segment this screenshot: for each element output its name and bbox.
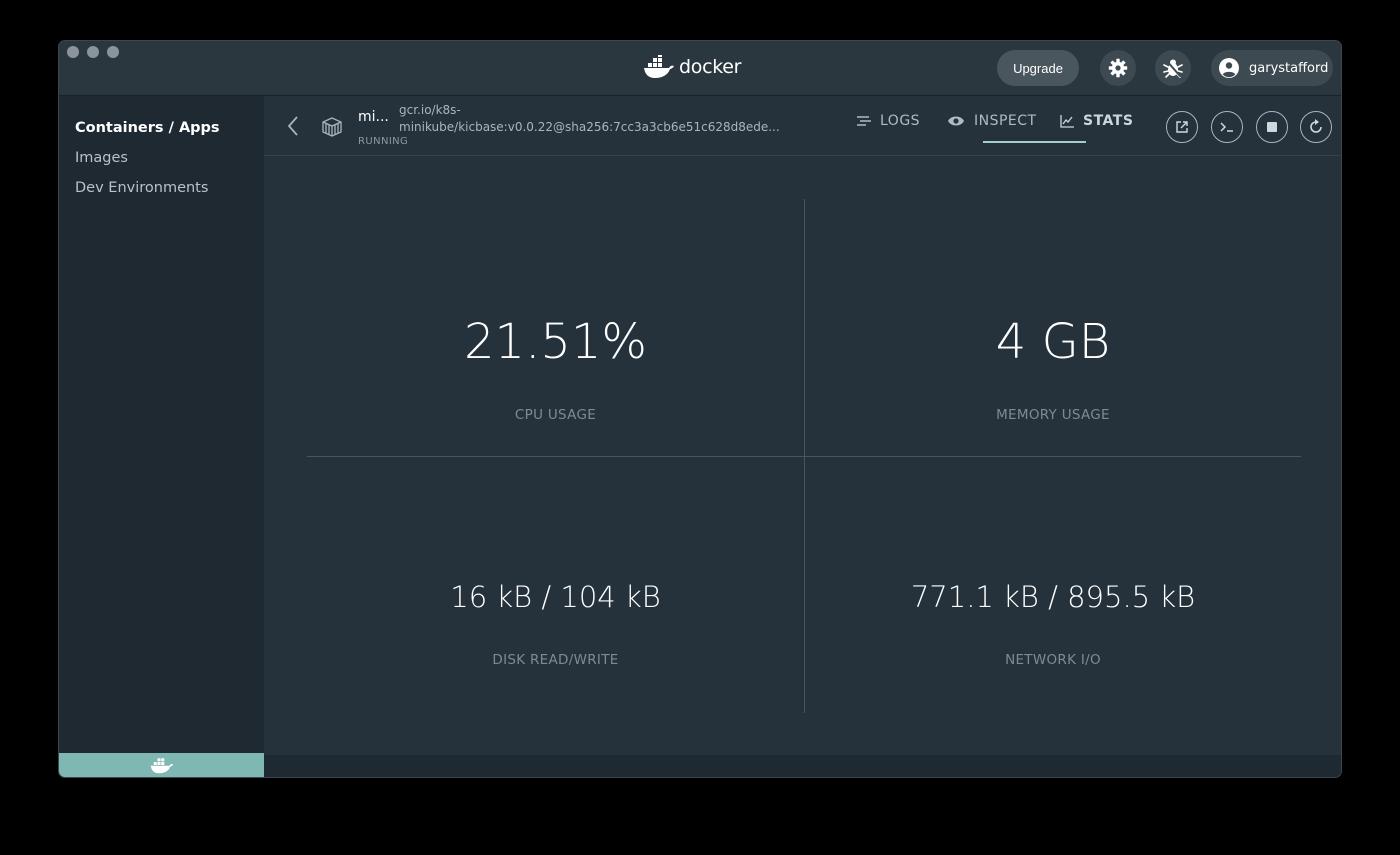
docker-whale-icon	[644, 55, 674, 78]
sidebar-item-containers-apps[interactable]: Containers / Apps	[75, 120, 220, 136]
container-name: mi...	[358, 109, 389, 125]
sidebar: Containers / Apps Images Dev Environment…	[59, 96, 264, 777]
tab-stats-label: STATS	[1083, 113, 1134, 129]
maximize-window-button[interactable]	[107, 46, 119, 58]
minimize-window-button[interactable]	[87, 46, 99, 58]
chart-icon	[1060, 114, 1074, 128]
close-window-button[interactable]	[67, 46, 79, 58]
container-status: RUNNING	[358, 136, 409, 147]
back-button[interactable]	[286, 115, 300, 141]
user-account-button[interactable]: garystafford	[1211, 50, 1333, 86]
gear-icon	[1108, 58, 1128, 78]
stop-icon	[1267, 122, 1277, 132]
docker-wordmark: docker	[679, 56, 742, 78]
main-content: mi... gcr.io/k8s-minikube/kicbase:v0.0.2…	[264, 96, 1341, 755]
settings-button[interactable]	[1100, 50, 1136, 86]
eye-icon	[948, 116, 964, 126]
disk-read-write-value: 16 kB / 104 kB	[450, 580, 661, 614]
logs-icon	[857, 116, 871, 126]
window-controls	[67, 46, 119, 58]
tab-inspect[interactable]: INSPECT	[947, 113, 1037, 129]
tab-stats[interactable]: STATS	[1060, 113, 1133, 129]
title-bar: docker Upgrade garystafford	[59, 41, 1341, 96]
tab-logs[interactable]: LOGS	[857, 113, 920, 129]
status-strip	[264, 753, 1341, 777]
container-cube-icon	[321, 116, 343, 142]
container-header: mi... gcr.io/k8s-minikube/kicbase:v0.0.2…	[264, 96, 1341, 156]
engine-status-bar[interactable]	[59, 753, 264, 777]
memory-usage-label: MEMORY USAGE	[996, 407, 1110, 423]
avatar-icon	[1219, 58, 1239, 78]
docker-logo: docker	[643, 55, 741, 79]
network-io-value: 771.1 kB / 895.5 kB	[910, 580, 1196, 614]
memory-usage-value: 4 GB	[995, 314, 1111, 370]
tab-inspect-label: INSPECT	[974, 113, 1037, 129]
username-label: garystafford	[1249, 60, 1329, 76]
docker-whale-icon	[150, 758, 173, 774]
troubleshoot-button[interactable]	[1155, 50, 1191, 86]
tab-logs-label: LOGS	[880, 113, 921, 129]
bug-icon	[1163, 59, 1183, 78]
restart-button[interactable]	[1300, 111, 1332, 143]
upgrade-button[interactable]: Upgrade	[997, 50, 1079, 86]
terminal-icon	[1220, 122, 1233, 132]
sidebar-item-images[interactable]: Images	[75, 150, 128, 166]
cli-button[interactable]	[1211, 111, 1243, 143]
stats-divider-horizontal	[307, 456, 1301, 457]
docker-desktop-window: docker Upgrade garystafford Containers /…	[58, 40, 1342, 778]
network-io-label: NETWORK I/O	[1005, 652, 1101, 668]
sidebar-item-dev-environments[interactable]: Dev Environments	[75, 180, 208, 196]
open-in-browser-button[interactable]	[1166, 111, 1198, 143]
stop-button[interactable]	[1256, 111, 1288, 143]
cpu-usage-label: CPU USAGE	[514, 407, 597, 423]
container-image: gcr.io/k8s-minikube/kicbase:v0.0.22@sha2…	[399, 103, 780, 134]
active-tab-indicator	[983, 141, 1086, 143]
external-link-icon	[1176, 121, 1188, 133]
restart-icon	[1310, 119, 1322, 133]
chevron-left-icon	[287, 116, 298, 136]
cpu-usage-value: 21.51%	[463, 314, 648, 370]
disk-read-write-label: DISK READ/WRITE	[492, 652, 619, 668]
